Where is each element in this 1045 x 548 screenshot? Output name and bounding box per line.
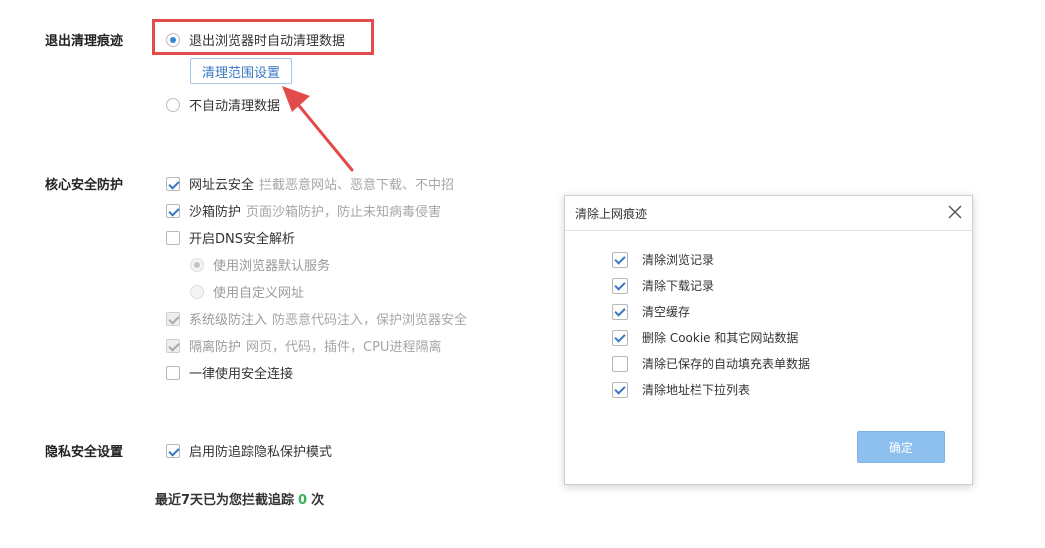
radio-auto-clear-control[interactable]: [166, 32, 180, 47]
checkbox-sandbox-desc: 页面沙箱防护，防止未知病毒侵害: [246, 205, 442, 220]
tracking-stat-suffix: 次: [311, 493, 325, 508]
dialog-checkbox-downloads-control[interactable]: [612, 277, 628, 294]
radio-dns-default-label: 使用浏览器默认服务: [213, 259, 331, 274]
checkbox-dns-control[interactable]: [166, 230, 180, 245]
checkbox-anti-injection-desc: 防恶意代码注入，保护浏览器安全: [272, 313, 468, 328]
checkbox-dns-label: 开启DNS安全解析: [189, 232, 295, 247]
radio-dns-default-control[interactable]: [190, 257, 204, 272]
dialog-checkbox-cookies-label: 删除 Cookie 和其它网站数据: [642, 331, 799, 345]
checkbox-isolation-desc: 网页，代码，插件，CPU进程隔离: [246, 340, 442, 355]
close-icon[interactable]: [946, 203, 964, 221]
dialog-checkbox-autofill[interactable]: 清除已保存的自动填充表单数据: [612, 355, 810, 372]
checkbox-isolation-label: 隔离防护: [189, 340, 242, 355]
radio-no-auto-clear[interactable]: 不自动清理数据: [166, 95, 280, 114]
section-title-exit-trace: 退出清理痕迹: [45, 34, 124, 49]
checkbox-secure-connection[interactable]: 一律使用安全连接: [166, 363, 293, 382]
radio-auto-clear[interactable]: 退出浏览器时自动清理数据: [166, 30, 345, 49]
confirm-button[interactable]: 确定: [857, 431, 945, 463]
checkbox-anti-tracking-label: 启用防追踪隐私保护模式: [189, 445, 333, 460]
dialog-checkbox-history-control[interactable]: [612, 251, 628, 268]
checkbox-url-cloud-label: 网址云安全: [189, 178, 255, 193]
checkbox-sandbox-label: 沙箱防护: [189, 205, 242, 220]
dialog-checkbox-history-label: 清除浏览记录: [642, 253, 715, 267]
section-title-core-protection: 核心安全防护: [45, 178, 124, 193]
checkbox-anti-tracking-control[interactable]: [166, 443, 180, 458]
checkbox-secure-connection-control[interactable]: [166, 365, 180, 380]
dialog-checkbox-addressbar[interactable]: 清除地址栏下拉列表: [612, 381, 750, 398]
radio-dns-custom-label: 使用自定义网址: [213, 286, 305, 301]
dialog-checkbox-cookies-control[interactable]: [612, 329, 628, 346]
dialog-checkbox-autofill-label: 清除已保存的自动填充表单数据: [642, 357, 811, 371]
checkbox-anti-injection[interactable]: 系统级防注入 防恶意代码注入，保护浏览器安全: [166, 309, 467, 328]
section-title-privacy: 隐私安全设置: [45, 445, 124, 460]
dialog-checkbox-autofill-control[interactable]: [612, 355, 628, 372]
checkbox-dns[interactable]: 开启DNS安全解析: [166, 228, 295, 247]
tracking-stat-prefix: 最近7天已为您拦截追踪: [155, 493, 295, 508]
checkbox-secure-connection-label: 一律使用安全连接: [189, 367, 294, 382]
dialog-checkbox-downloads[interactable]: 清除下载记录: [612, 277, 714, 294]
checkbox-url-cloud-control[interactable]: [166, 176, 180, 191]
dialog-header: 清除上网痕迹: [565, 196, 972, 231]
radio-no-auto-clear-label: 不自动清理数据: [189, 99, 281, 114]
dialog-checkbox-cache-label: 清空缓存: [642, 305, 691, 319]
dialog-title: 清除上网痕迹: [575, 207, 648, 221]
dialog-checkbox-addressbar-label: 清除地址栏下拉列表: [642, 383, 751, 397]
dialog-checkbox-cookies[interactable]: 删除 Cookie 和其它网站数据: [612, 329, 798, 346]
arrow-annotation-icon: [282, 86, 354, 172]
checkbox-isolation-control[interactable]: [166, 338, 180, 353]
dialog-checkbox-cache-control[interactable]: [612, 303, 628, 320]
dialog-checkbox-history[interactable]: 清除浏览记录: [612, 251, 714, 268]
radio-dns-custom-control[interactable]: [190, 284, 204, 299]
checkbox-isolation[interactable]: 隔离防护 网页，代码，插件，CPU进程隔离: [166, 336, 441, 355]
radio-auto-clear-label: 退出浏览器时自动清理数据: [189, 34, 346, 49]
radio-dns-custom[interactable]: 使用自定义网址: [190, 282, 304, 301]
dialog-checkbox-downloads-label: 清除下载记录: [642, 279, 715, 293]
checkbox-sandbox-control[interactable]: [166, 203, 180, 218]
checkbox-anti-tracking[interactable]: 启用防追踪隐私保护模式: [166, 441, 332, 460]
clear-traces-dialog: 清除上网痕迹 清除浏览记录 清除下载记录 清空缓存 删除 Cookie 和其它网…: [564, 195, 973, 485]
tracking-stat-count: 0: [298, 493, 308, 508]
radio-no-auto-clear-control[interactable]: [166, 97, 180, 112]
radio-dns-default[interactable]: 使用浏览器默认服务: [190, 255, 330, 274]
dialog-checkbox-cache[interactable]: 清空缓存: [612, 303, 690, 320]
tracking-stat: 最近7天已为您拦截追踪 0 次: [155, 489, 324, 508]
checkbox-anti-injection-control[interactable]: [166, 311, 180, 326]
checkbox-url-cloud-desc: 拦截恶意网站、恶意下载、不中招: [259, 178, 455, 193]
checkbox-url-cloud[interactable]: 网址云安全 拦截恶意网站、恶意下载、不中招: [166, 174, 454, 193]
checkbox-sandbox[interactable]: 沙箱防护 页面沙箱防护，防止未知病毒侵害: [166, 201, 441, 220]
dialog-checkbox-addressbar-control[interactable]: [612, 381, 628, 398]
checkbox-anti-injection-label: 系统级防注入: [189, 313, 268, 328]
